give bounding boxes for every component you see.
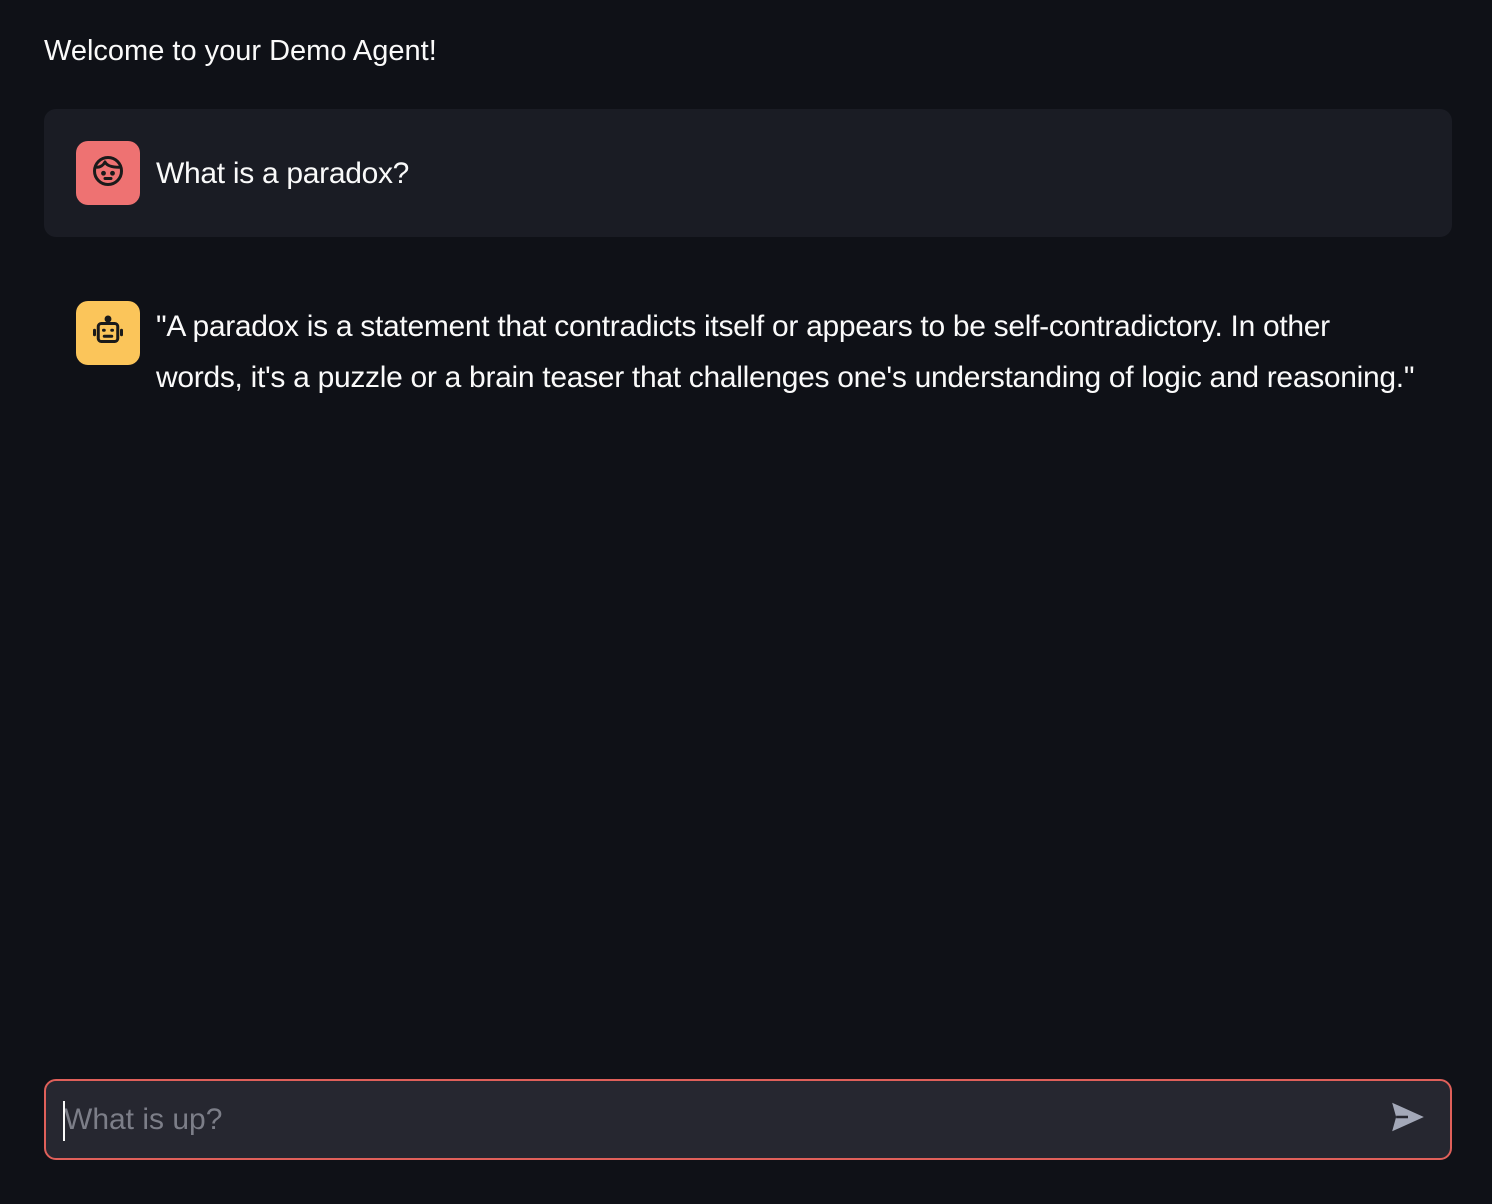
- chat-message-user: What is a paradox?: [44, 109, 1452, 237]
- chat-message-assistant: "A paradox is a statement that contradic…: [44, 269, 1452, 435]
- send-button[interactable]: [1380, 1092, 1436, 1148]
- user-avatar: [76, 141, 140, 205]
- assistant-avatar: [76, 301, 140, 365]
- face-icon: [90, 153, 126, 194]
- message-text: What is a paradox?: [156, 156, 410, 190]
- page-title: Welcome to your Demo Agent!: [44, 35, 437, 67]
- chat-app: Welcome to your Demo Agent! What is a pa…: [0, 0, 1492, 1204]
- chat-input-container: [44, 1079, 1452, 1160]
- text-cursor: [63, 1101, 65, 1141]
- chat-input[interactable]: [46, 1081, 1380, 1158]
- send-icon: [1389, 1098, 1427, 1141]
- robot-icon: [90, 313, 126, 354]
- message-text: "A paradox is a statement that contradic…: [156, 310, 1415, 394]
